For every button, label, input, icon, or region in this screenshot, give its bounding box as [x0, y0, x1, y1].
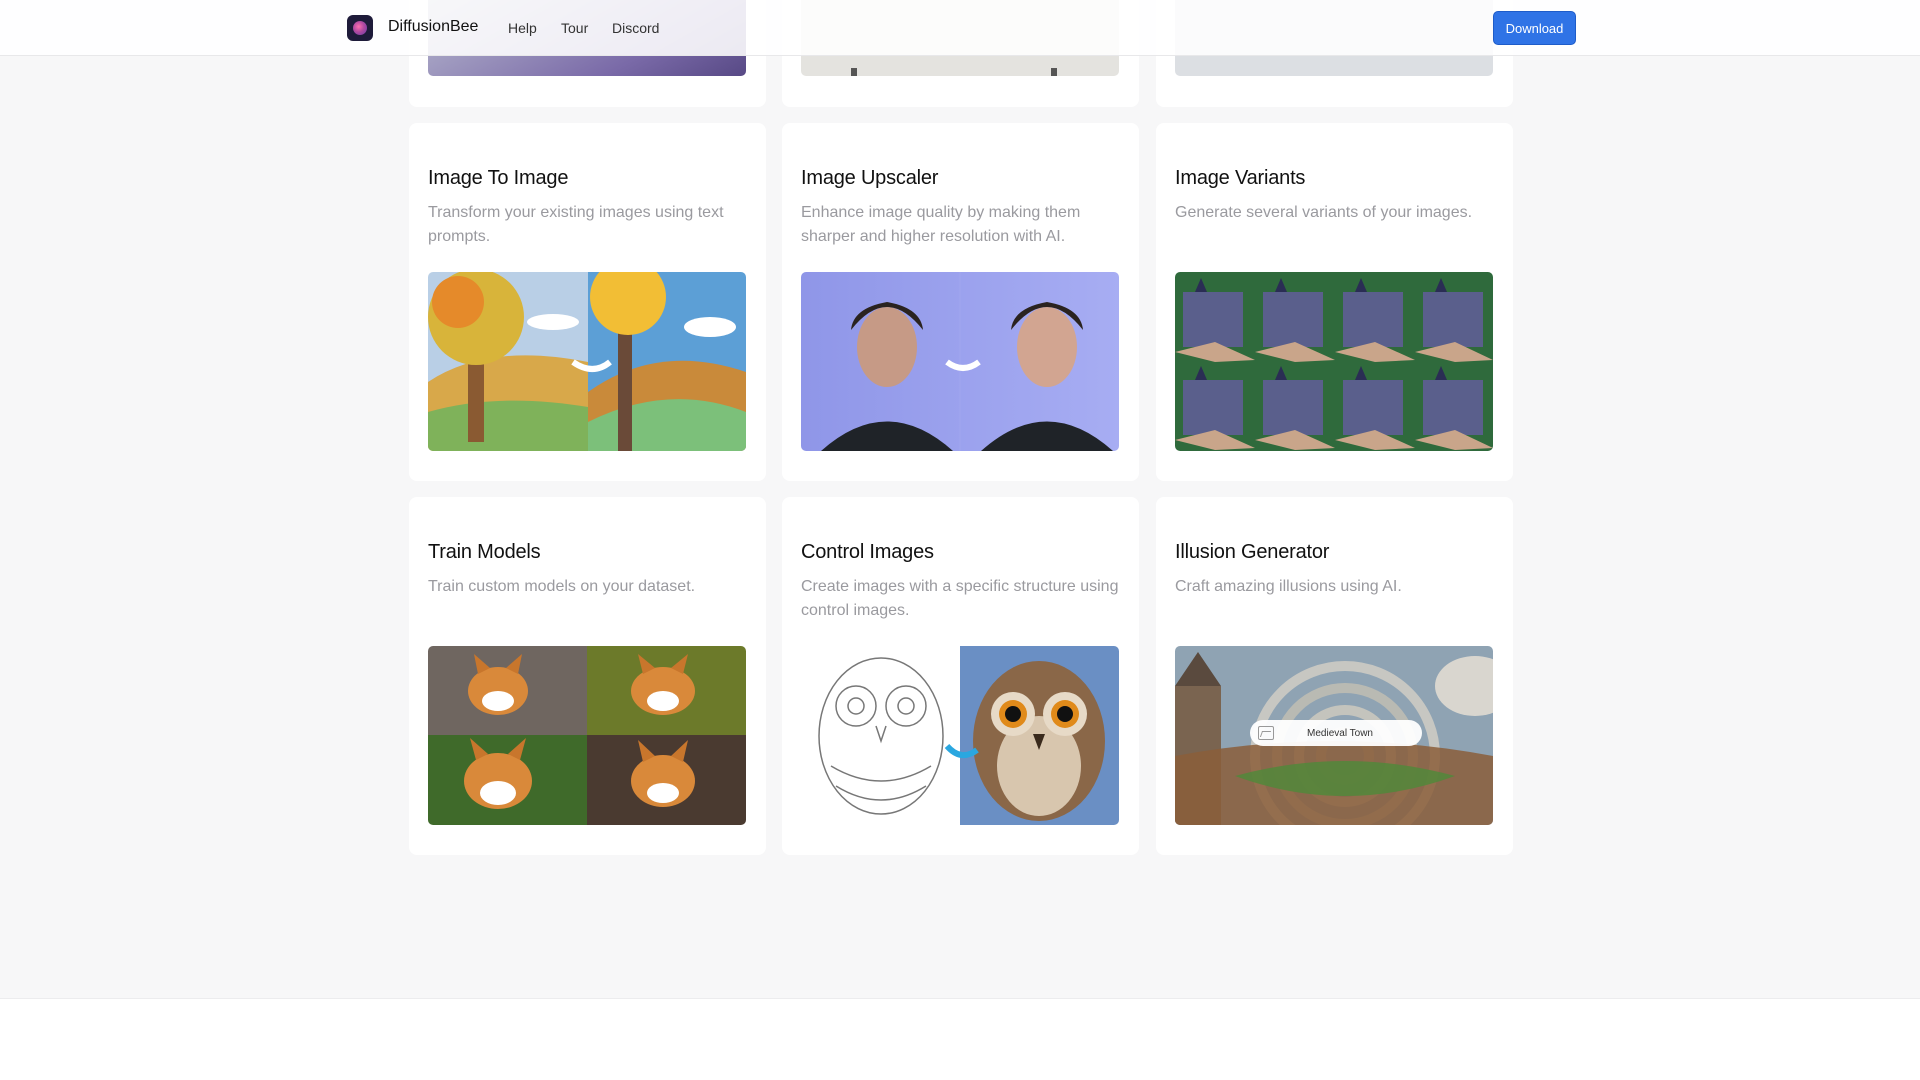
feature-title: Image Upscaler [801, 167, 939, 189]
feature-thumbnail [428, 646, 746, 825]
feature-thumbnail: Medieval Town [1175, 646, 1493, 825]
feature-thumbnail [428, 272, 746, 451]
download-button[interactable]: Download [1493, 11, 1576, 45]
feature-title: Control Images [801, 541, 934, 563]
illusion-prompt-pill: Medieval Town [1250, 720, 1422, 746]
feature-card-image-to-image[interactable]: Image To Image Transform your existing i… [409, 123, 766, 481]
feature-title: Train Models [428, 541, 541, 563]
feature-card-train-models[interactable]: Train Models Train custom models on your… [409, 497, 766, 855]
nav-link-help[interactable]: Help [508, 20, 537, 36]
feature-thumbnail [1175, 272, 1493, 451]
feature-description: Train custom models on your dataset. [428, 578, 696, 595]
feature-description: Generate several variants of your images… [1175, 204, 1473, 221]
feature-card-control-images[interactable]: Control Images Create images with a spec… [782, 497, 1139, 855]
nav-link-tour[interactable]: Tour [561, 20, 588, 36]
nav-link-discord[interactable]: Discord [612, 20, 659, 36]
feature-thumbnail [801, 646, 1119, 825]
brand-name[interactable]: DiffusionBee [388, 18, 478, 36]
footer-area [0, 998, 1920, 1080]
feature-thumbnail [801, 272, 1119, 451]
top-navbar: DiffusionBee Help Tour Discord Download [0, 0, 1920, 56]
feature-title: Illusion Generator [1175, 541, 1330, 563]
illusion-prompt-text: Medieval Town [1307, 727, 1373, 739]
feature-title: Image Variants [1175, 167, 1306, 189]
feature-description: Create images with a specific structure … [801, 578, 1119, 619]
feature-description: Transform your existing images using tex… [428, 204, 724, 245]
image-icon [1258, 726, 1274, 740]
feature-description: Enhance image quality by making them sha… [801, 204, 1081, 245]
feature-card-illusion-generator[interactable]: Illusion Generator Craft amazing illusio… [1156, 497, 1513, 855]
feature-card-image-variants[interactable]: Image Variants Generate several variants… [1156, 123, 1513, 481]
feature-card-image-upscaler[interactable]: Image Upscaler Enhance image quality by … [782, 123, 1139, 481]
diffusionbee-logo-icon[interactable] [347, 15, 373, 41]
feature-description: Craft amazing illusions using AI. [1175, 578, 1402, 595]
feature-title: Image To Image [428, 167, 569, 189]
